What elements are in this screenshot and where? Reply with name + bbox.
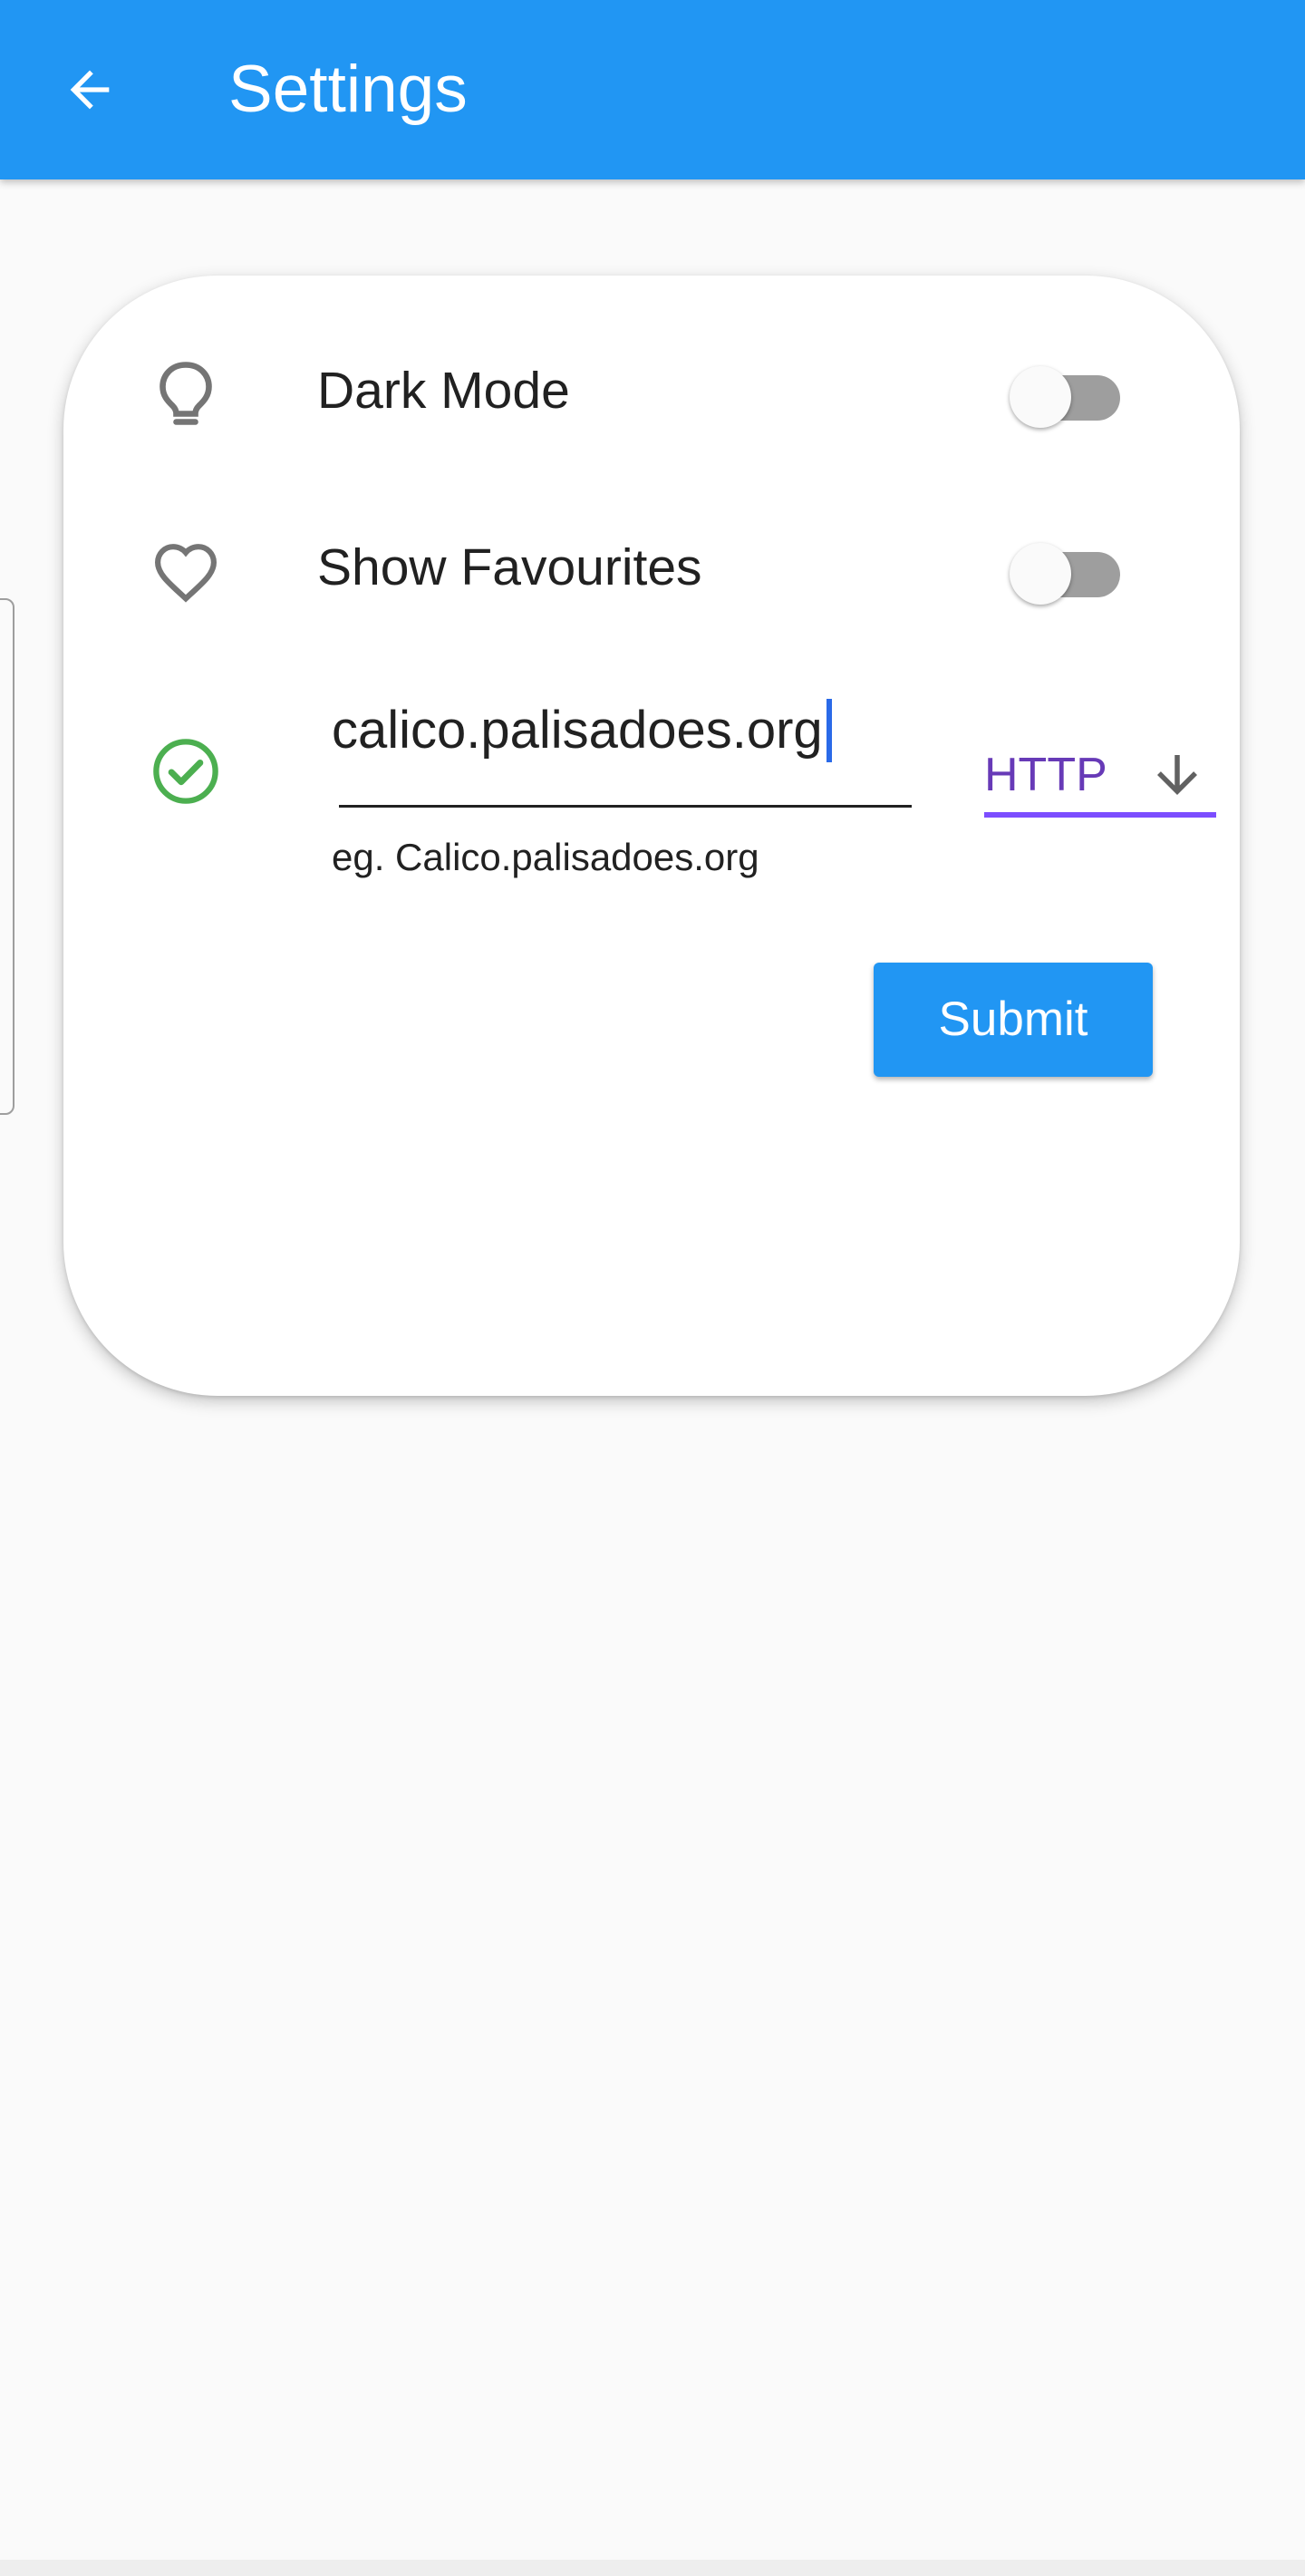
arrow-down-icon (1146, 743, 1209, 807)
server-url-field[interactable]: calico.palisadoes.org (332, 694, 832, 767)
dropdown-underline (984, 812, 1216, 818)
dark-mode-label: Dark Mode (317, 362, 570, 420)
show-favourites-switch[interactable] (1010, 530, 1127, 605)
bottom-edge (0, 2560, 1305, 2576)
protocol-dropdown[interactable]: HTTP (984, 736, 1216, 818)
heart-icon (136, 522, 236, 622)
app-bar: Settings (0, 0, 1305, 179)
settings-card: Dark Mode Show Favourites calico.palisad… (63, 276, 1240, 1396)
url-field-underline (339, 805, 912, 808)
check-circle-icon (136, 721, 236, 821)
url-helper-text: eg. Calico.palisadoes.org (332, 836, 759, 878)
side-drawer-edge[interactable] (0, 598, 14, 1115)
back-button[interactable] (47, 47, 132, 132)
dark-mode-switch[interactable] (1010, 353, 1127, 428)
text-cursor (826, 699, 832, 762)
server-url-value: calico.palisadoes.org (332, 701, 823, 760)
switch-thumb (1010, 543, 1071, 605)
protocol-selected-value: HTTP (984, 749, 1107, 801)
arrow-back-icon (70, 70, 110, 110)
lightbulb-icon (136, 346, 236, 446)
page-title: Settings (228, 53, 468, 126)
submit-button[interactable]: Submit (874, 963, 1153, 1077)
show-favourites-label: Show Favourites (317, 538, 702, 596)
switch-thumb (1010, 366, 1071, 428)
